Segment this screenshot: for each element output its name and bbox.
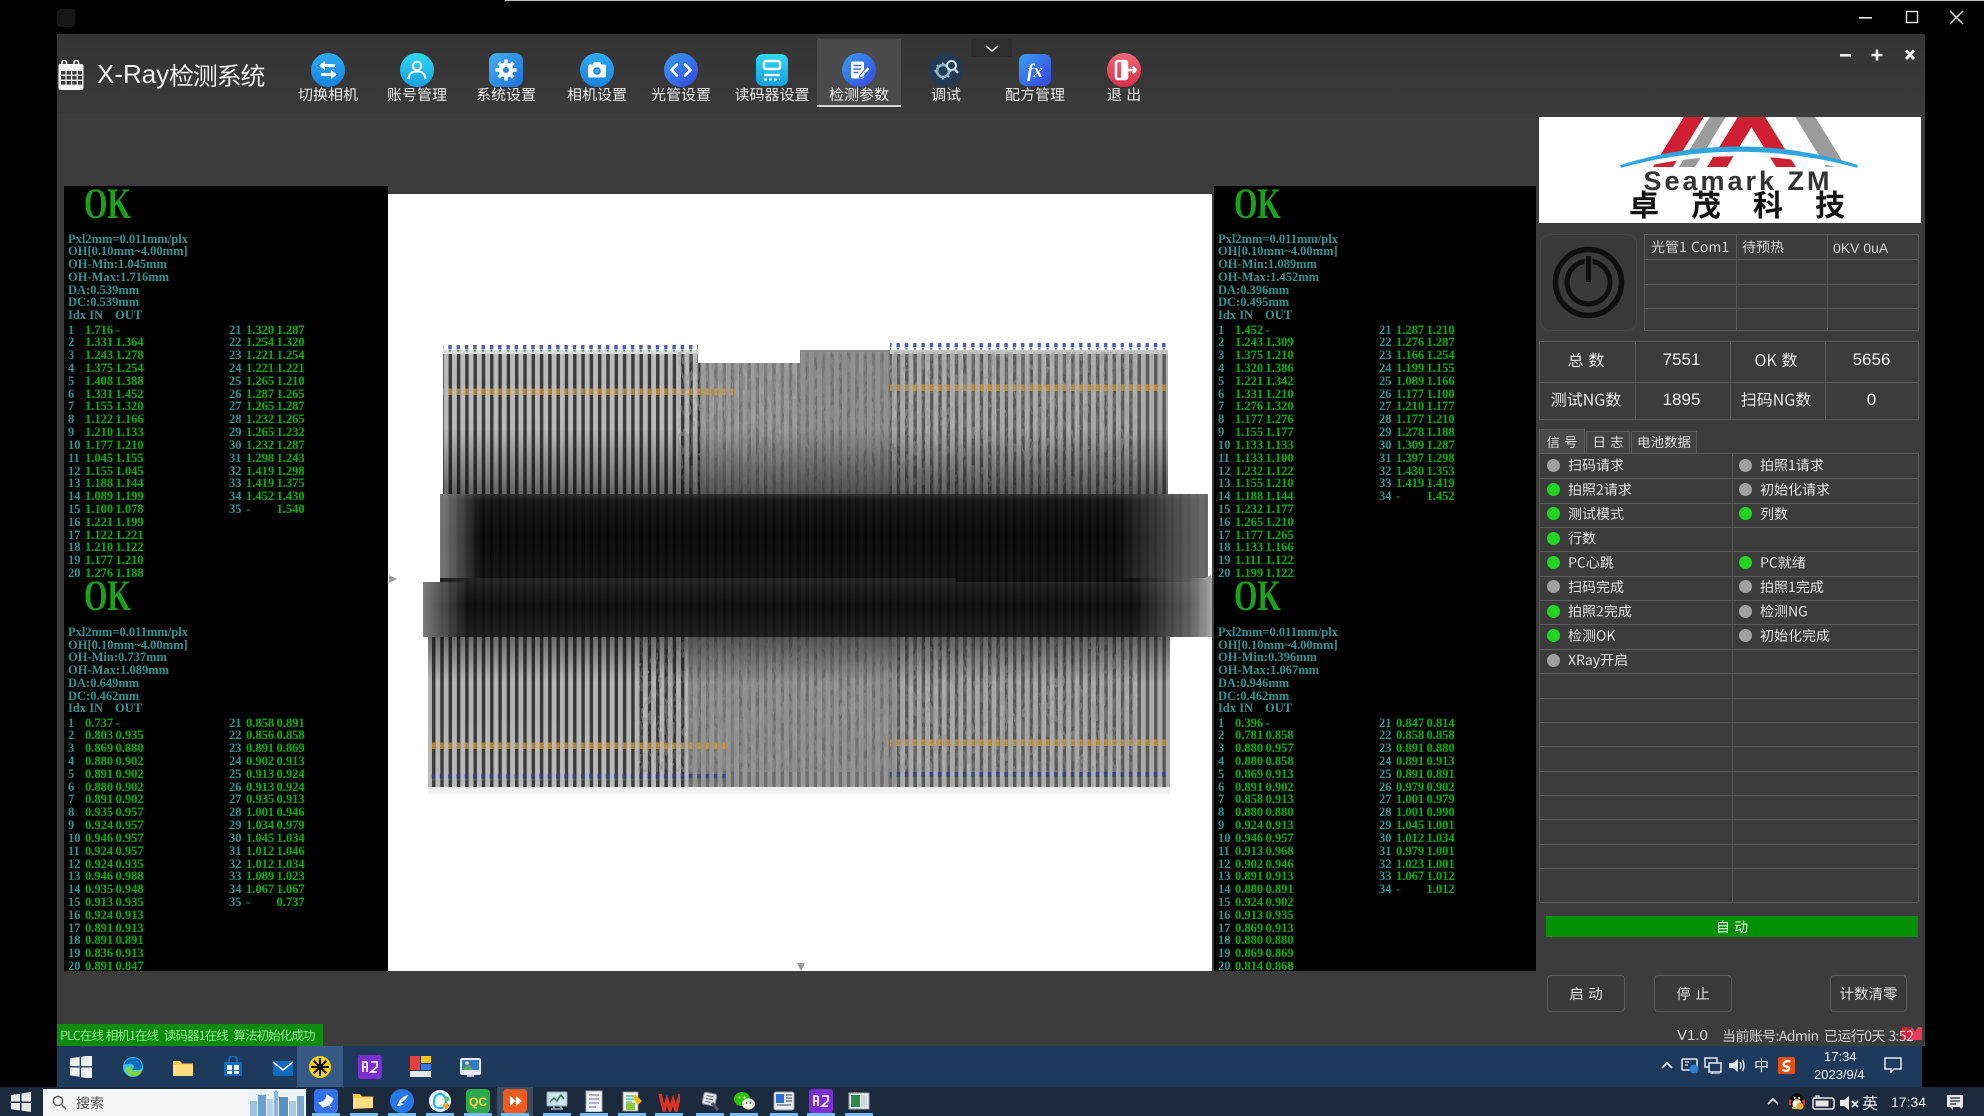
svg-text:QC: QC bbox=[469, 1095, 487, 1109]
svg-text:fx: fx bbox=[1027, 61, 1043, 82]
